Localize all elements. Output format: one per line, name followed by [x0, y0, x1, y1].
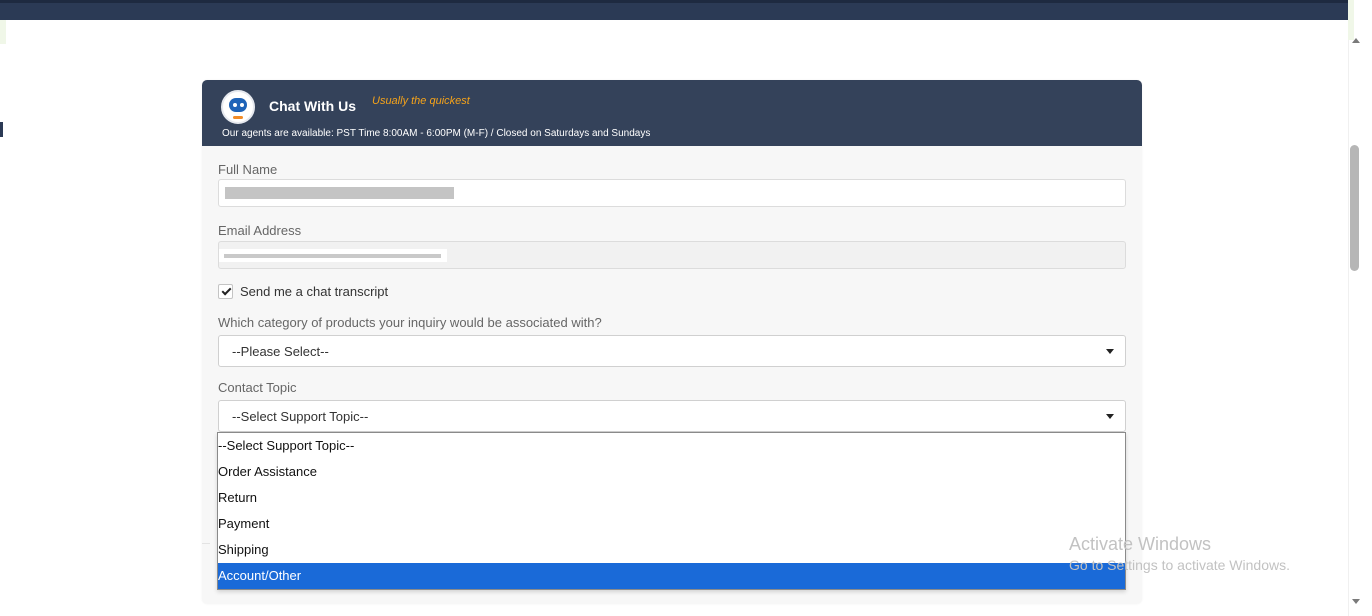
full-name-label: Full Name — [218, 162, 278, 177]
windows-activation-watermark: Activate Windows Go to Settings to activ… — [1069, 534, 1290, 573]
scroll-down-icon[interactable] — [1352, 599, 1360, 604]
dropdown-option[interactable]: Order Assistance — [218, 459, 1125, 485]
chevron-down-icon — [1106, 414, 1114, 419]
watermark-subtitle: Go to Settings to activate Windows. — [1069, 557, 1290, 573]
scroll-up-icon[interactable] — [1352, 38, 1360, 43]
left-edge-strip — [0, 20, 6, 44]
dropdown-option[interactable]: --Select Support Topic-- — [218, 433, 1125, 459]
redacted-name-value — [225, 187, 454, 199]
transcript-checkbox-label[interactable]: Send me a chat transcript — [240, 284, 388, 299]
category-select-value: --Please Select-- — [232, 344, 329, 359]
category-label: Which category of products your inquiry … — [218, 315, 602, 330]
contact-topic-label: Contact Topic — [218, 380, 297, 395]
chevron-down-icon — [1106, 349, 1114, 354]
transcript-checkbox[interactable] — [218, 284, 233, 299]
chat-header: Chat With Us Usually the quickest Our ag… — [202, 80, 1142, 146]
redacted-email-value — [219, 249, 447, 262]
dropdown-option[interactable]: Payment — [218, 511, 1125, 537]
contact-topic-select[interactable]: --Select Support Topic-- — [218, 400, 1126, 432]
full-name-field[interactable] — [218, 179, 1126, 207]
chat-title: Chat With Us — [269, 98, 356, 114]
right-edge-strip — [1348, 0, 1354, 40]
contact-topic-dropdown-list[interactable]: --Select Support Topic-- Order Assistanc… — [217, 432, 1126, 590]
agent-hours-text: Our agents are available: PST Time 8:00A… — [222, 128, 651, 139]
dropdown-option-highlighted[interactable]: Account/Other — [218, 563, 1125, 589]
top-nav-bar — [0, 0, 1348, 20]
contact-topic-select-value: --Select Support Topic-- — [232, 409, 369, 424]
chat-tagline: Usually the quickest — [372, 95, 470, 107]
dropdown-option[interactable]: Return — [218, 485, 1125, 511]
watermark-title: Activate Windows — [1069, 534, 1212, 554]
scrollbar-thumb[interactable] — [1350, 145, 1359, 271]
checkmark-icon — [221, 285, 232, 296]
email-address-field[interactable] — [218, 241, 1126, 269]
dropdown-option[interactable]: Shipping — [218, 537, 1125, 563]
page-scrollbar[interactable] — [1348, 40, 1366, 616]
left-edge-mark — [0, 122, 3, 137]
email-address-label: Email Address — [218, 223, 302, 238]
category-select[interactable]: --Please Select-- — [218, 335, 1126, 367]
card-divider — [202, 543, 210, 544]
chat-agent-avatar-icon — [221, 90, 255, 124]
